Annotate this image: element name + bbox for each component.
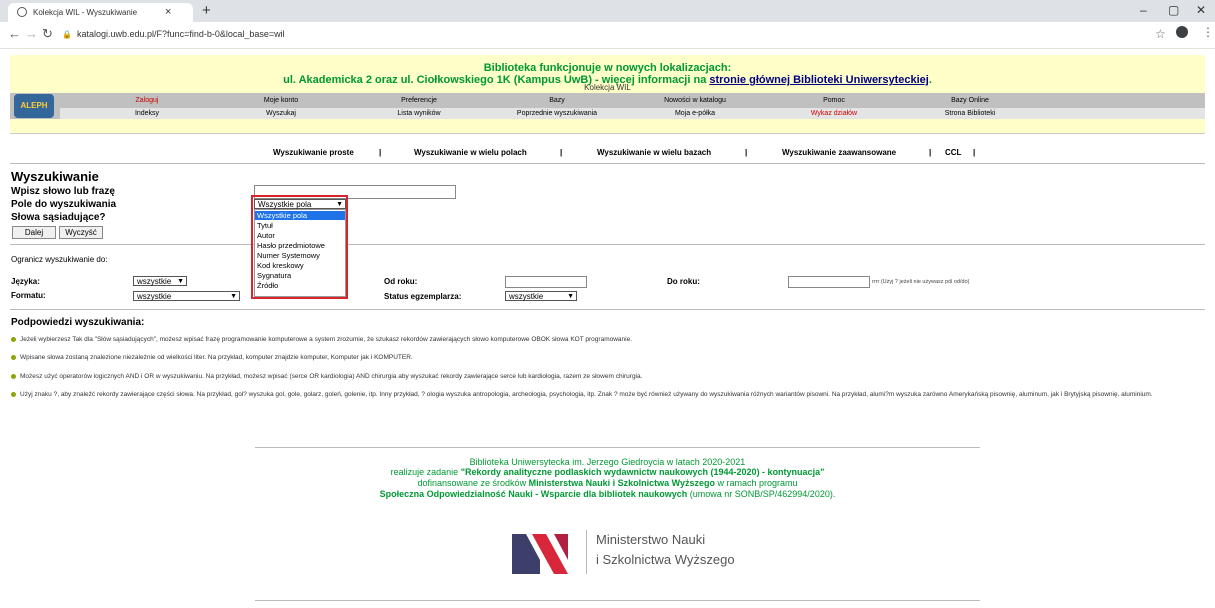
hint-text: Możesz użyć operatorów logicznych AND i … [20, 373, 643, 380]
browser-tab[interactable]: Kolekcja WIL - Wyszukiwanie × [8, 3, 193, 22]
hint-item: Wpisane słowa zostaną znalezione niezale… [11, 354, 1201, 362]
status-select[interactable]: wszystkie ▼ [505, 291, 577, 301]
hint-item: Użyj znaku ?, aby znaleźć rekordy zawier… [11, 391, 1201, 399]
page-title: Wyszukiwanie [11, 169, 99, 184]
status-label: Status egzemplarza: [384, 292, 462, 301]
from-year-label: Od roku: [384, 277, 418, 286]
year-hint: rrrr (Użyj ? jeżeli nie używasz pól od/d… [872, 279, 970, 285]
notice-line-1: Biblioteka funkcjonuje w nowych lokaliza… [483, 62, 732, 74]
menu-item[interactable]: Bazy [497, 97, 617, 104]
clear-button[interactable]: Wyczyść [59, 226, 103, 239]
tab-separator: | [379, 148, 382, 157]
search-tab[interactable]: CCL [945, 148, 961, 157]
menu-item[interactable]: Moje konto [221, 97, 341, 104]
search-tab[interactable]: Wyszukiwanie w wielu bazach [597, 148, 711, 157]
footer-line-2: realizuje zadanie "Rekordy analityczne p… [390, 467, 825, 477]
footer-bottom-divider [255, 600, 980, 601]
tab-separator: | [745, 148, 748, 157]
bullet-icon [11, 373, 16, 379]
menu-item[interactable]: Wykaz działów [774, 110, 894, 117]
bullet-icon [11, 354, 16, 360]
hints-title: Podpowiedzi wyszukiwania: [11, 317, 145, 328]
tab-close-icon[interactable]: × [165, 6, 171, 18]
url-text: katalogi.uwb.edu.pl/F?func=find-b-0&loca… [77, 29, 285, 39]
back-icon[interactable]: ← [8, 26, 21, 41]
chevron-down-icon: ▼ [230, 293, 237, 300]
aleph-logo[interactable]: ALEPH [14, 94, 54, 118]
to-year-input[interactable] [788, 276, 870, 288]
new-tab-button[interactable]: + [202, 2, 211, 19]
next-button[interactable]: Dalej [12, 226, 56, 239]
limits-title: Ogranicz wyszukiwanie do: [11, 255, 108, 264]
ministry-logo-icon [512, 534, 568, 574]
field-label: Pole do wyszukiwania [11, 199, 117, 210]
menu-item[interactable]: Indeksy [87, 110, 207, 117]
highlight-frame [251, 195, 348, 299]
ministry-name-1: Ministerstwo Nauki [596, 532, 706, 547]
menu-item[interactable]: Poprzednie wyszukiwania [497, 110, 617, 117]
language-label: Języka: [11, 277, 40, 286]
bullet-icon [11, 391, 16, 397]
divider [10, 309, 1205, 310]
format-label: Formatu: [11, 291, 46, 300]
hint-item: Możesz użyć operatorów logicznych AND i … [11, 373, 1201, 381]
format-select[interactable]: wszystkie ▼ [133, 291, 240, 301]
hint-text: Wpisane słowa zostaną znalezione niezale… [20, 354, 413, 361]
menu-item[interactable]: Wyszukaj [221, 110, 341, 117]
footer-line-4: Społeczna Odpowiedzialność Nauki - Wspar… [379, 489, 836, 499]
tab-title: Kolekcja WIL - Wyszukiwanie [33, 8, 138, 17]
tab-separator: | [929, 148, 932, 157]
menu-underbar [10, 120, 1205, 134]
chevron-down-icon: ▼ [567, 293, 574, 300]
from-year-input[interactable] [505, 276, 587, 288]
menu-item[interactable]: Moja e-półka [635, 110, 755, 117]
divider [10, 163, 1205, 164]
bullet-icon [11, 336, 16, 342]
tab-separator: | [973, 148, 976, 157]
minimize-button[interactable]: – [1140, 3, 1147, 17]
menu-item[interactable]: Pomoc [774, 97, 894, 104]
hint-item: Jeżeli wybierzesz Tak dla "Słów sąsiaduj… [11, 336, 1201, 344]
search-tab[interactable]: Wyszukiwanie proste [273, 148, 354, 157]
reload-icon[interactable]: ↻ [42, 26, 53, 42]
to-year-label: Do roku: [667, 277, 700, 286]
hint-text: Użyj znaku ?, aby znaleźć rekordy zawier… [20, 391, 1153, 398]
globe-icon [17, 7, 27, 17]
url-field[interactable]: 🔒 katalogi.uwb.edu.pl/F?func=find-b-0&lo… [62, 27, 1142, 44]
menu-item[interactable]: Strona Biblioteki [910, 110, 1030, 117]
menu-item[interactable]: Preferencje [359, 97, 479, 104]
collection-name: Kolekcja WIL [584, 83, 631, 92]
hint-text: Jeżeli wybierzesz Tak dla "Słów sąsiaduj… [20, 336, 633, 343]
ministry-name-2: i Szkolnictwa Wyższego [596, 552, 735, 567]
lock-icon: 🔒 [62, 30, 72, 39]
menu-item[interactable]: Lista wyników [359, 110, 479, 117]
menu-item[interactable]: Zaloguj [87, 97, 207, 104]
language-select[interactable]: wszystkie ▼ [133, 276, 187, 286]
menu-item[interactable]: Nowości w katalogu [635, 97, 755, 104]
phrase-label: Wpisz słowo lub frazę [11, 186, 115, 197]
menu-kebab-icon[interactable]: ⋮ [1202, 25, 1214, 39]
divider [10, 244, 1205, 245]
logo-divider [586, 530, 587, 574]
profile-icon[interactable] [1176, 26, 1188, 38]
search-tab[interactable]: Wyszukiwanie zaawansowane [782, 148, 896, 157]
chevron-down-icon: ▼ [177, 278, 184, 285]
menu-item[interactable]: Bazy Online [910, 97, 1030, 104]
forward-icon[interactable]: → [25, 26, 38, 41]
adjacent-label: Słowa sąsiadujące? [11, 212, 106, 223]
footer-divider [255, 447, 980, 448]
search-tab[interactable]: Wyszukiwanie w wielu polach [414, 148, 527, 157]
bookmark-star-icon[interactable]: ☆ [1155, 27, 1166, 41]
close-window-button[interactable]: ✕ [1196, 3, 1206, 17]
tab-separator: | [560, 148, 563, 157]
footer-line-3: dofinansowane ze środków Ministerstwa Na… [417, 478, 798, 488]
maximize-button[interactable]: ▢ [1168, 3, 1179, 17]
footer-line-1: Biblioteka Uniwersytecka im. Jerzego Gie… [469, 457, 746, 467]
